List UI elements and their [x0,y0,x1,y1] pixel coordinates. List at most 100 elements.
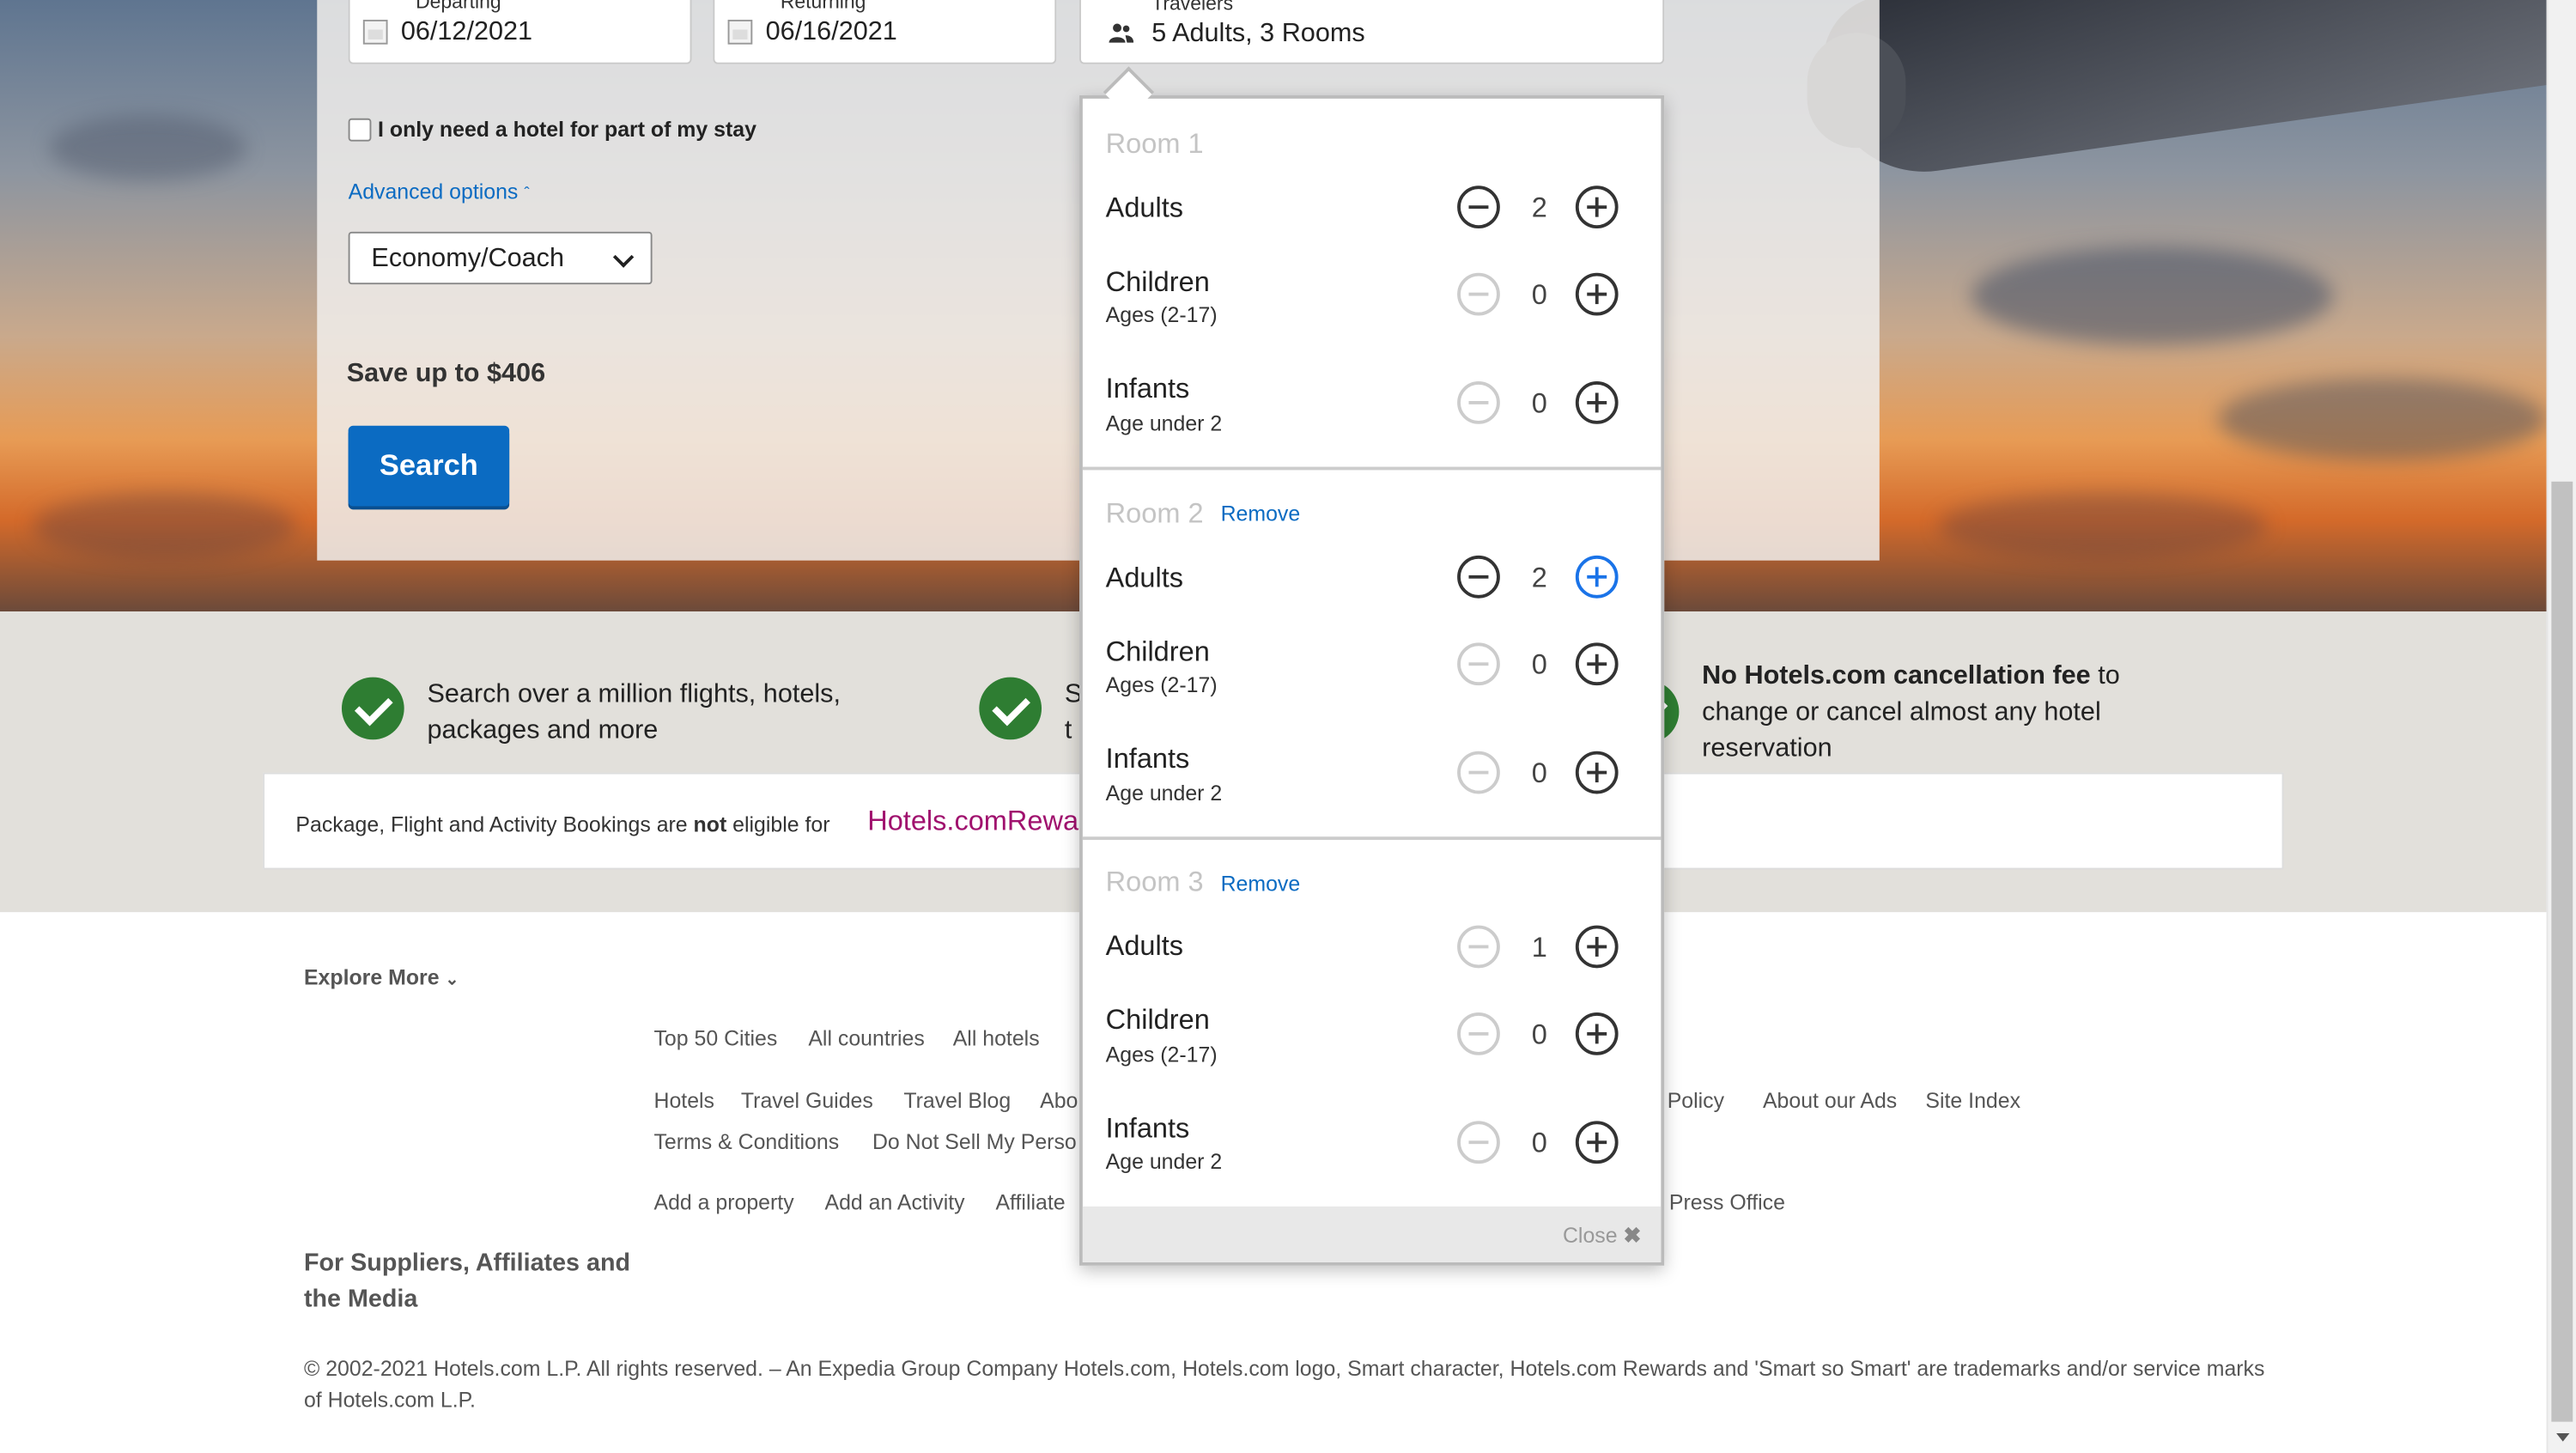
scroll-down-arrow-icon[interactable] [2556,1433,2570,1442]
footer-link-terms[interactable]: Terms & Conditions [653,1129,839,1154]
footer-link-top-cities[interactable]: Top 50 Cities [653,1025,777,1050]
room-1-infants-count: 0 [1531,387,1547,420]
room-1-title: Room 1 [1105,128,1204,160]
page-scrollbar[interactable] [2546,0,2576,1453]
infants-label: Infants [1105,1112,1190,1145]
cloud-decoration [2217,378,2547,460]
travelers-field[interactable]: Travelers 5 Adults, 3 Rooms [1079,0,1665,64]
feature-text: No Hotels.com cancellation fee to change… [1702,660,2195,768]
returning-date-field[interactable]: Returning 06/16/2021 [713,0,1057,64]
close-icon: ✖ [1623,1223,1642,1248]
footer-link-do-not-sell[interactable]: Do Not Sell My Perso [872,1129,1077,1154]
cloud-decoration [1971,246,2333,345]
departing-date-field[interactable]: Departing 06/12/2021 [348,0,692,64]
scrollbar-thumb[interactable] [2551,481,2573,1422]
room-2-children-increment-button[interactable] [1575,642,1619,686]
room-1-adults-decrement-button[interactable] [1457,185,1500,229]
footer-link-travel-guides[interactable]: Travel Guides [741,1088,873,1113]
room-2-infants-decrement-button[interactable] [1457,751,1500,794]
advanced-options-label: Advanced options [348,179,519,204]
room-2-children-decrement-button[interactable] [1457,642,1500,686]
room-3-children-decrement-button[interactable] [1457,1012,1500,1055]
footer-link-all-countries[interactable]: All countries [808,1025,924,1050]
room-1-children-increment-button[interactable] [1575,272,1619,316]
footer-link-site-index[interactable]: Site Index [1925,1088,2020,1113]
partial-hotel-option[interactable]: I only need a hotel for part of my stay [348,116,756,142]
partial-hotel-checkbox[interactable] [348,117,372,141]
room-divider [1082,836,1662,841]
advanced-options-link[interactable]: Advanced options ˆ [349,179,530,204]
cloud-decoration [33,493,296,559]
cloud-decoration [1938,493,2268,559]
feature-item: Search over a million flights, hotels, p… [341,677,901,750]
room-2-infants-count: 0 [1531,757,1547,789]
rewards-text-bold: not [693,812,727,837]
chevron-up-double-icon: ˆ [524,185,530,204]
footer-link-about[interactable]: Abo [1040,1088,1078,1113]
checkmark-icon [979,677,1042,740]
footer-link-all-hotels[interactable]: All hotels [953,1025,1040,1050]
partial-hotel-label: I only need a hotel for part of my stay [378,116,756,142]
adults-label: Adults [1105,192,1184,224]
adults-label: Adults [1105,930,1184,962]
room-3-children-count: 0 [1531,1018,1547,1051]
cabin-class-value: Economy/Coach [371,245,565,273]
suppliers-heading: For Suppliers, Affiliates and the Media [303,1249,631,1314]
footer-link-about-ads[interactable]: About our Ads [1763,1088,1897,1113]
airplane-wing-image [1814,0,2547,185]
savings-text: Save up to $406 [346,360,546,388]
footer-link-affiliate[interactable]: Affiliate [995,1190,1065,1215]
children-age-note: Ages (2-17) [1105,1042,1218,1067]
feature-item: No Hotels.com cancellation fee to change… [1702,660,2195,768]
footer-link-travel-blog[interactable]: Travel Blog [903,1088,1011,1113]
children-age-note: Ages (2-17) [1105,672,1218,697]
close-label: Close [1562,1223,1618,1248]
room-2-adults-decrement-button[interactable] [1457,555,1500,599]
rewards-text: Package, Flight and Activity Bookings ar… [295,812,829,837]
room-3-infants-decrement-button[interactable] [1457,1121,1500,1164]
room-3-children-increment-button[interactable] [1575,1012,1619,1055]
room-2-title: Room 2 [1105,497,1204,530]
close-popover-button[interactable]: Close ✖ [1563,1223,1641,1249]
footer-link-press-office[interactable]: Press Office [1669,1190,1785,1215]
travelers-popover: Room 1 Adults 2 Children Ages (2-17) 0 I… [1079,95,1665,1266]
room-1-infants-decrement-button[interactable] [1457,381,1500,424]
travelers-value: 5 Adults, 3 Rooms [1151,19,1365,48]
room-3-adults-decrement-button[interactable] [1457,925,1500,969]
room-3-infants-count: 0 [1531,1128,1547,1159]
adults-label: Adults [1105,562,1184,593]
footer-link-hotels[interactable]: Hotels [653,1088,714,1113]
children-label: Children [1105,635,1210,668]
room-3-remove-link[interactable]: Remove [1221,871,1301,896]
infants-age-note: Age under 2 [1105,781,1223,806]
footer-link-add-activity[interactable]: Add an Activity [824,1190,964,1215]
room-2-remove-link[interactable]: Remove [1221,502,1301,526]
returning-date-value: 06/16/2021 [765,18,897,46]
room-2-adults-increment-button[interactable] [1575,555,1619,599]
room-2-infants-increment-button[interactable] [1575,751,1619,794]
infants-age-note: Age under 2 [1105,410,1223,436]
room-1-adults-increment-button[interactable] [1575,185,1619,229]
travelers-label: Travelers [1151,0,1234,15]
children-label: Children [1105,266,1210,298]
search-button[interactable]: Search [348,425,510,507]
footer-link-add-property[interactable]: Add a property [653,1190,793,1215]
rewards-text-after: eligible for [726,812,830,837]
explore-more-label: Explore More [303,964,440,990]
calendar-icon [362,19,388,45]
room-1-children-decrement-button[interactable] [1457,272,1500,316]
cloud-decoration [49,114,246,181]
room-divider [1082,466,1662,471]
explore-more-toggle[interactable]: Explore More ⌄ [304,965,459,990]
checkmark-icon [341,677,404,740]
chevron-down-icon [612,246,635,268]
cabin-class-select[interactable]: Economy/Coach [348,231,653,285]
room-3-adults-increment-button[interactable] [1575,925,1619,969]
room-3-infants-increment-button[interactable] [1575,1121,1619,1164]
person-icon [1109,23,1134,43]
feature-text-bold: No Hotels.com cancellation fee [1702,662,2091,690]
room-1-children-count: 0 [1531,279,1547,311]
returning-label: Returning [780,0,866,14]
feature-text: Search over a million flights, hotels, p… [427,680,841,745]
room-1-infants-increment-button[interactable] [1575,381,1619,424]
